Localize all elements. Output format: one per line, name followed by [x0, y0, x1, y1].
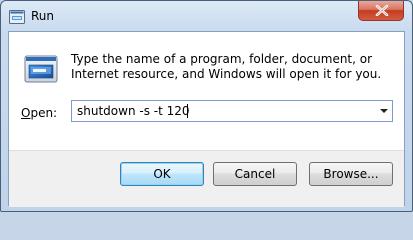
window-title: Run — [31, 9, 55, 23]
combobox-dropdown-button[interactable] — [377, 103, 391, 119]
open-combobox[interactable] — [71, 100, 393, 122]
browse-button[interactable]: Browse... — [309, 162, 393, 186]
text-caret — [187, 104, 188, 118]
close-button[interactable] — [358, 1, 404, 21]
run-program-icon — [22, 49, 62, 89]
open-label: Open: — [21, 106, 58, 120]
ok-button[interactable]: OK — [120, 162, 204, 186]
cancel-button[interactable]: Cancel — [213, 162, 297, 186]
chevron-down-icon — [380, 109, 388, 113]
run-icon — [9, 9, 25, 24]
run-dialog-window: Run Type the name of a program, folder, … — [0, 0, 413, 212]
title-bar[interactable]: Run — [1, 1, 412, 31]
close-icon — [375, 5, 389, 16]
dialog-description: Type the name of a program, folder, docu… — [71, 52, 382, 81]
open-input[interactable] — [72, 101, 372, 121]
button-bar: OK Cancel Browse... — [9, 150, 404, 207]
dialog-body: Type the name of a program, folder, docu… — [8, 31, 405, 207]
browse-button-label: Browse... — [323, 167, 379, 181]
